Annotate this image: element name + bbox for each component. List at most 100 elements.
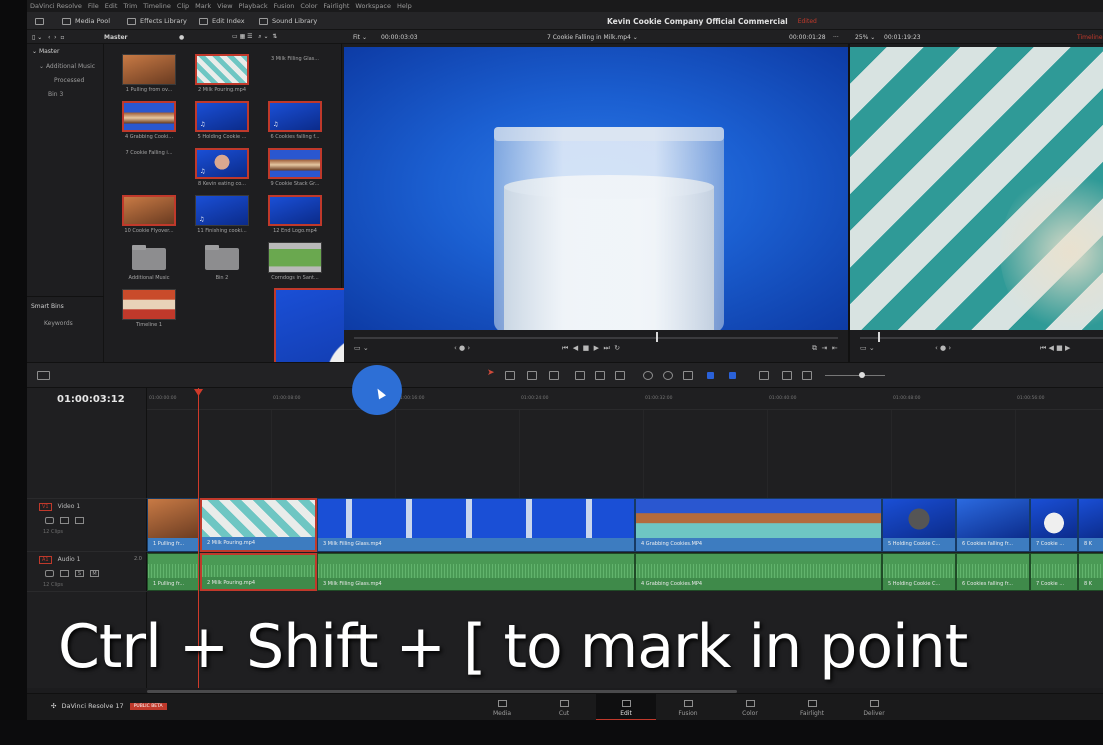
page-tab-cut[interactable]: Cut bbox=[534, 694, 594, 720]
selection-tool-icon[interactable]: ➤ bbox=[487, 368, 497, 378]
menu-item-fairlight[interactable]: Fairlight bbox=[323, 2, 349, 10]
media-clip[interactable]: ♫ 5 Holding Cookie ... bbox=[187, 101, 257, 140]
timeline-audio-clip[interactable]: 5 Holding Cookie C... bbox=[882, 553, 956, 591]
timeline-transport-controls[interactable]: ⏮ ◀ ■ ▶ bbox=[1040, 344, 1070, 353]
detail-zoom-icon[interactable] bbox=[782, 371, 792, 380]
timeline-audio-clip[interactable]: 1 Pulling fr... bbox=[147, 553, 200, 591]
dynamic-trim-icon[interactable] bbox=[527, 371, 537, 380]
audio-auto-select-icon[interactable] bbox=[60, 570, 69, 577]
bin-folder[interactable]: Bin 2 bbox=[187, 242, 257, 281]
blade-tool-icon[interactable] bbox=[549, 371, 559, 380]
menu-item-file[interactable]: File bbox=[88, 2, 99, 10]
position-lock-icon[interactable] bbox=[683, 371, 693, 380]
trim-tool-icon[interactable] bbox=[505, 371, 515, 380]
track-lock-icon[interactable] bbox=[45, 517, 54, 524]
timeline-viewer-options-icon[interactable]: ▭ ⌄ bbox=[860, 344, 875, 352]
timeline-viewer-scrubber[interactable] bbox=[860, 337, 1103, 339]
media-clip[interactable]: ♫ 11 Finishing cooki... bbox=[187, 195, 257, 234]
solo-button[interactable]: S bbox=[75, 570, 84, 577]
media-pool-button[interactable]: Media Pool bbox=[62, 12, 110, 30]
timeline-video-clip-selected[interactable]: 2 Milk Pouring.mp4 bbox=[200, 498, 317, 552]
source-scrubber[interactable] bbox=[354, 337, 838, 339]
replace-clip-icon[interactable] bbox=[615, 371, 625, 380]
sound-library-button[interactable]: Sound Library bbox=[259, 12, 317, 30]
timeline-video-clip[interactable]: 7 Cookie ... bbox=[1030, 498, 1078, 552]
page-tab-edit[interactable]: Edit bbox=[596, 694, 656, 720]
media-clip[interactable]: 12 End Logo.mp4 bbox=[260, 195, 330, 234]
menu-item-trim[interactable]: Trim bbox=[123, 2, 137, 10]
menu-item-clip[interactable]: Clip bbox=[177, 2, 189, 10]
view-mode-buttons[interactable]: ▭ ▦ ☰ ⌕ ⌄ ⇅ bbox=[232, 30, 277, 44]
menu-item-fusion[interactable]: Fusion bbox=[274, 2, 295, 10]
media-clip[interactable]: Corndogs in Sant... bbox=[260, 242, 330, 281]
timeline-view-options-icon[interactable] bbox=[37, 371, 50, 380]
timeline-audio-clip[interactable]: 3 Milk Filling Glass.mp4 bbox=[317, 553, 635, 591]
auto-select-icon[interactable] bbox=[60, 517, 69, 524]
overwrite-clip-icon[interactable] bbox=[595, 371, 605, 380]
media-clip[interactable]: ♫ 8 Kevin eating co... bbox=[187, 148, 257, 187]
menu-item-view[interactable]: View bbox=[217, 2, 232, 10]
bin-keywords[interactable]: Keywords bbox=[44, 320, 73, 327]
timeline-viewer-scrub-head[interactable] bbox=[878, 332, 880, 342]
flag-color-icon[interactable] bbox=[707, 372, 714, 379]
menu-item-workspace[interactable]: Workspace bbox=[355, 2, 391, 10]
bin-processed[interactable]: Processed bbox=[54, 77, 84, 84]
source-video-frame[interactable] bbox=[344, 47, 848, 330]
timeline-audio-clip[interactable]: 7 Cookie ... bbox=[1030, 553, 1078, 591]
zoom-slider[interactable] bbox=[825, 375, 885, 376]
more-options-icon[interactable]: ··· bbox=[833, 30, 839, 44]
transport-controls[interactable]: ⏮ ◀ ■ ▶ ⏭ ↻ bbox=[562, 344, 620, 353]
page-tab-deliver[interactable]: Deliver bbox=[844, 694, 904, 720]
menu-item-app[interactable]: DaVinci Resolve bbox=[30, 2, 82, 10]
linked-selection-icon[interactable] bbox=[663, 371, 673, 380]
effects-library-button[interactable]: Effects Library bbox=[127, 12, 187, 30]
timeline-jog-control[interactable]: ‹ ● › bbox=[935, 344, 951, 352]
timeline-video-clip[interactable]: 5 Holding Cookie C... bbox=[882, 498, 956, 552]
menu-item-help[interactable]: Help bbox=[397, 2, 412, 10]
snapping-icon[interactable] bbox=[643, 371, 653, 380]
timeline-audio-clip[interactable]: 6 Cookies falling fr... bbox=[956, 553, 1030, 591]
menu-item-mark[interactable]: Mark bbox=[195, 2, 211, 10]
zoom-slider-knob[interactable] bbox=[859, 372, 865, 378]
viewer-options-icon[interactable]: ▭ ⌄ bbox=[354, 344, 369, 352]
track-enable-icon[interactable] bbox=[75, 517, 84, 524]
marker-color-icon[interactable] bbox=[729, 372, 736, 379]
bin-3[interactable]: Bin 3 bbox=[48, 91, 63, 98]
menu-item-playback[interactable]: Playback bbox=[239, 2, 268, 10]
edit-index-button[interactable]: Edit Index bbox=[199, 12, 245, 30]
media-clip[interactable]: ♫ 7 Cookie Falling i... bbox=[114, 148, 484, 433]
jog-control[interactable]: ‹ ● › bbox=[454, 344, 470, 352]
timeline-video-clip[interactable]: 1 Pulling fr... bbox=[147, 498, 200, 552]
page-tab-color[interactable]: Color bbox=[720, 694, 780, 720]
page-tab-fusion[interactable]: Fusion bbox=[658, 694, 718, 720]
timeline-video-clip[interactable]: 6 Cookies falling fr... bbox=[956, 498, 1030, 552]
timeline-audio-clip-selected[interactable]: 2 Milk Pouring.mp4 bbox=[200, 553, 317, 591]
custom-zoom-icon[interactable] bbox=[802, 371, 812, 380]
timeline-video-clip[interactable]: 4 Grabbing Cookies.MP4 bbox=[635, 498, 882, 552]
mute-button[interactable]: M bbox=[90, 570, 99, 577]
bin-additional-music[interactable]: ⌄ Additional Music bbox=[39, 63, 95, 70]
bin-folder[interactable]: Additional Music bbox=[114, 242, 184, 281]
media-clip[interactable]: 4 Grabbing Cooki... bbox=[114, 101, 184, 140]
source-clip-dropdown[interactable]: 7 Cookie Falling in Milk.mp4 ⌄ bbox=[547, 30, 638, 44]
timeline-audio-clip[interactable]: 4 Grabbing Cookies.MP4 bbox=[635, 553, 882, 591]
full-zoom-icon[interactable] bbox=[759, 371, 769, 380]
bin-master[interactable]: ⌄ Master bbox=[32, 48, 59, 55]
media-clip[interactable]: 1 Pulling from ov... bbox=[114, 54, 184, 93]
timeline-video-frame[interactable] bbox=[850, 47, 1103, 330]
timeline-item[interactable]: Timeline 1 bbox=[114, 289, 184, 328]
video-track-header[interactable]: V1 Video 1 12 Clips bbox=[27, 498, 147, 552]
insert-controls[interactable]: ⧉ ⇥ ⇤ bbox=[812, 344, 838, 353]
bin-list-toggle[interactable]: ▯ ⌄ ‹ › ▫ bbox=[32, 30, 64, 44]
panel-toggle-button[interactable] bbox=[35, 12, 48, 30]
fit-dropdown[interactable]: Fit ⌄ bbox=[353, 30, 367, 44]
timeline-video-clip[interactable]: 8 K bbox=[1078, 498, 1103, 552]
media-clip[interactable]: 2 Milk Pouring.mp4 bbox=[187, 54, 257, 93]
media-clip[interactable]: ♫ 3 Milk Filling Glas... bbox=[260, 54, 630, 339]
page-tab-fairlight[interactable]: Fairlight bbox=[782, 694, 842, 720]
timeline-name-label[interactable]: Timeline bbox=[1077, 30, 1103, 44]
media-clip[interactable]: ♫ 6 Cookies falling f... bbox=[260, 101, 330, 140]
media-clip[interactable]: 9 Cookie Stack Gr... bbox=[260, 148, 330, 187]
source-scrub-head[interactable] bbox=[656, 332, 658, 342]
insert-clip-icon[interactable] bbox=[575, 371, 585, 380]
